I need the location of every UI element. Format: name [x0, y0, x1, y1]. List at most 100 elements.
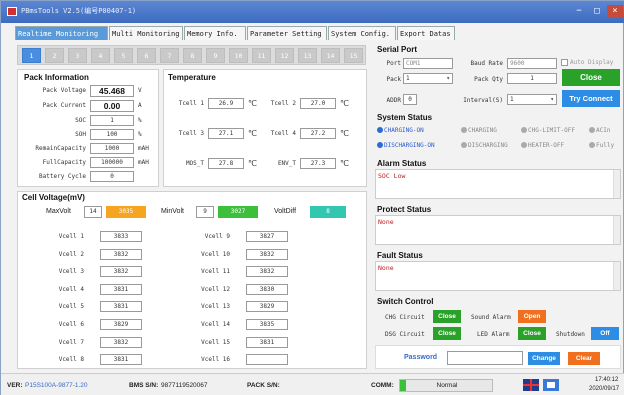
vcell-label: Vcell 2 [58, 250, 84, 258]
clock-time: 17:40:12 [595, 377, 619, 383]
system-status-item: CHG-LIMIT-OFF [521, 127, 575, 134]
comm-label: COMM: [371, 382, 394, 389]
close-icon[interactable]: × [607, 5, 623, 17]
alarm-status-text: SOC Low [378, 172, 406, 180]
comm-status-bar: Normal [399, 379, 493, 392]
auto-display-label: Auto Display [570, 59, 614, 66]
password-input[interactable] [447, 351, 523, 365]
status-bar: VER: P15S100A-9877-1.20 BMS S/N: 9877119… [1, 373, 624, 395]
pack-selector-bar: 1 2 3 4 5 6 7 8 9 10 11 12 13 14 15 [17, 45, 366, 65]
password-label: Password [404, 354, 438, 361]
led-alarm-button[interactable]: Close [518, 327, 546, 340]
fault-status-title: Fault Status [377, 251, 423, 260]
english-flag-icon[interactable] [523, 379, 539, 391]
status-indicator-icon [461, 127, 467, 133]
system-status-item: Fully [589, 142, 614, 149]
auto-display-checkbox[interactable] [561, 59, 568, 66]
remain-capacity-label: RemainCapacity [35, 145, 86, 152]
vcell-label: Vcell 12 [201, 285, 230, 293]
system-status-label: HEATER-OFF [528, 142, 565, 149]
sound-alarm-label: Sound Alarm [471, 314, 511, 321]
port-select[interactable]: COM1 [403, 58, 453, 69]
tab-system-config[interactable]: System Config. [328, 26, 396, 40]
pack-tab-2[interactable]: 2 [45, 48, 64, 63]
tcell-4-label: Tcell 4 [270, 130, 296, 137]
addr-input[interactable]: 0 [403, 94, 417, 105]
cell-voltage-title: Cell Voltage(mV) [22, 193, 85, 202]
baud-rate-select[interactable]: 9600 [507, 58, 557, 69]
pack-select-value: 1 [406, 75, 410, 82]
vcell-value: 3827 [246, 231, 288, 242]
addr-label: ADDR [386, 97, 401, 104]
pack-label: Pack [386, 76, 401, 83]
chevron-down-icon: ▾ [446, 75, 450, 82]
remain-capacity-unit: mAH [138, 145, 149, 152]
pack-tab-9[interactable]: 9 [206, 48, 225, 63]
tcell-1-label: Tcell 1 [178, 100, 204, 107]
pack-qty-label: Pack Qty [474, 76, 503, 83]
min-volt-label: MinVolt [161, 208, 184, 215]
vcell-value: 3830 [246, 283, 288, 295]
bms-sn-value: 9877119520067 [161, 382, 208, 389]
interval-select[interactable]: 1 ▾ [507, 94, 557, 105]
pack-tab-4[interactable]: 4 [91, 48, 110, 63]
max-volt-index: 14 [84, 206, 102, 218]
change-password-button[interactable]: Change [528, 352, 560, 365]
pack-tab-5[interactable]: 5 [114, 48, 133, 63]
tcell-3-value: 27.1 [208, 128, 244, 139]
language-flag-icon[interactable] [543, 379, 559, 391]
pack-tab-7[interactable]: 7 [160, 48, 179, 63]
pack-tab-13[interactable]: 13 [298, 48, 317, 63]
clock-date: 2020/09/17 [589, 386, 620, 392]
vcell-label: Vcell 1 [58, 233, 84, 240]
shutdown-button[interactable]: Off [591, 327, 619, 340]
protect-scrollbar[interactable] [613, 216, 620, 244]
pack-tab-12[interactable]: 12 [275, 48, 294, 63]
vcell-value: 3833 [100, 231, 142, 242]
max-volt-label: MaxVolt [46, 208, 71, 215]
dsg-circuit-button[interactable]: Close [433, 327, 461, 340]
serial-port-title: Serial Port [377, 45, 418, 54]
maximize-icon[interactable]: □ [589, 5, 605, 17]
pack-tab-8[interactable]: 8 [183, 48, 202, 63]
protect-status-title: Protect Status [377, 205, 432, 214]
pack-current-label: Pack Current [42, 102, 86, 109]
sound-alarm-button[interactable]: Open [518, 310, 546, 323]
vcell-value: 3832 [100, 266, 142, 278]
vcell-value: 3835 [246, 319, 288, 330]
fault-scrollbar[interactable] [613, 262, 620, 290]
switch-control-title: Switch Control [377, 297, 434, 306]
vcell-label: Vcell 14 [201, 321, 230, 328]
clear-password-button[interactable]: Clear [568, 352, 600, 365]
pack-tab-10[interactable]: 10 [229, 48, 248, 63]
shutdown-label: Shutdown [556, 331, 585, 338]
pack-tab-14[interactable]: 14 [321, 48, 340, 63]
status-indicator-icon [521, 142, 527, 148]
soh-unit: % [138, 131, 142, 138]
pack-tab-6[interactable]: 6 [137, 48, 156, 63]
tab-export-datas[interactable]: Export Datas [397, 26, 455, 40]
battery-cycle-label: Battery Cycle [39, 173, 86, 180]
tab-memory-info[interactable]: Memory Info. [184, 26, 246, 40]
pack-tab-3[interactable]: 3 [68, 48, 87, 63]
pack-tab-1[interactable]: 1 [22, 48, 41, 63]
tab-multi-monitoring[interactable]: Multi Monitoring [109, 26, 183, 40]
title-bar: PBmsTools V2.5(编号P00407-1) − □ × [1, 1, 624, 23]
tab-realtime-monitoring[interactable]: Realtime Monitoring [15, 26, 108, 40]
alarm-scrollbar[interactable] [613, 170, 620, 198]
volt-diff-label: VoltDiff [274, 208, 297, 215]
pack-tab-15[interactable]: 15 [344, 48, 363, 63]
vcell-label: Vcell 13 [201, 303, 230, 311]
vcell-value: 3831 [246, 336, 288, 348]
pack-qty-input[interactable]: 1 [507, 73, 557, 84]
chg-circuit-button[interactable]: Close [433, 310, 461, 323]
pack-select[interactable]: 1 ▾ [403, 73, 453, 84]
try-connect-button[interactable]: Try Connect [562, 90, 620, 107]
pack-tab-11[interactable]: 11 [252, 48, 271, 63]
tcell-4-value: 27.2 [300, 128, 336, 139]
minimize-icon[interactable]: − [571, 5, 587, 17]
volt-diff-value: 8 [310, 206, 346, 218]
tab-parameter-setting[interactable]: Parameter Setting [247, 26, 327, 40]
close-port-button[interactable]: Close [562, 69, 620, 86]
fault-status-box: None [375, 261, 621, 291]
